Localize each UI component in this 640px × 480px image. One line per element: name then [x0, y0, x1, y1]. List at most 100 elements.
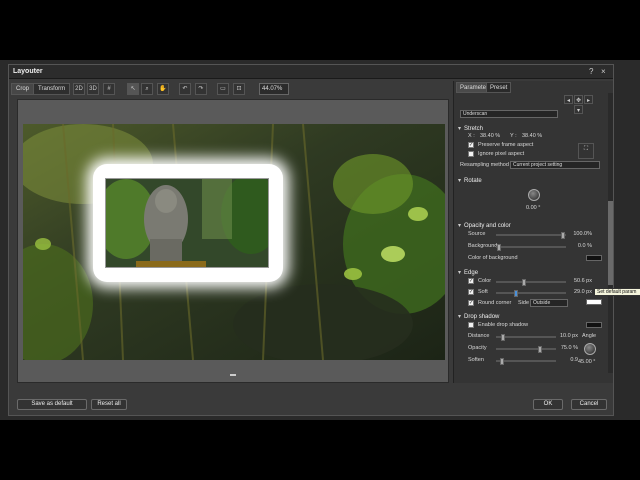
statue-image — [106, 179, 268, 267]
distance-slider[interactable] — [496, 334, 556, 341]
stretch-header[interactable]: ▾ Stretch — [458, 125, 483, 132]
side-select[interactable]: Outside — [530, 299, 568, 307]
background-value[interactable]: 0.0 % — [570, 243, 592, 249]
edge-header[interactable]: ▾ Edge — [458, 269, 478, 276]
background-slider[interactable] — [496, 244, 566, 251]
collapse-icon: ▾ — [458, 178, 462, 184]
rotate-dial[interactable] — [528, 189, 540, 201]
help-button[interactable]: ? — [589, 67, 593, 76]
collapse-icon: ▾ — [458, 223, 462, 229]
background-color-swatch[interactable] — [586, 255, 602, 261]
close-button[interactable]: × — [601, 67, 606, 76]
edge-soft-value[interactable]: 29.0 px — [570, 289, 592, 295]
frame-icon[interactable]: ▭ — [217, 83, 229, 95]
zoom-icon[interactable]: ⌕ — [141, 83, 153, 95]
edge-soft-slider[interactable] — [496, 290, 566, 297]
panel-scrollbar-thumb[interactable] — [608, 201, 613, 285]
fit-frame-icon[interactable]: ⛶ — [578, 143, 594, 159]
shadow-opacity-label: Opacity — [468, 345, 487, 351]
ok-button[interactable]: OK — [533, 399, 563, 410]
edge-color-slider[interactable] — [496, 279, 566, 286]
grid-icon[interactable]: # — [103, 83, 115, 95]
tab-transform[interactable]: Transform — [33, 83, 71, 95]
ignore-pixel-label: Ignore pixel aspect — [478, 151, 525, 157]
window-title: Layouter — [13, 68, 43, 75]
side-label: Side — [518, 300, 530, 306]
shadow-opacity-slider-knob[interactable] — [538, 346, 542, 353]
reset-all-button[interactable]: Reset all — [91, 399, 127, 410]
distance-label: Distance — [468, 333, 490, 339]
preserve-frame-label: Preserve frame aspect — [478, 142, 534, 148]
soften-slider-knob[interactable] — [500, 358, 504, 365]
angle-label: Angle — [582, 333, 597, 339]
enable-drop-shadow-checkbox[interactable] — [468, 322, 474, 328]
angle-value[interactable]: 45.00 ° — [578, 359, 596, 365]
distance-value[interactable]: 10.0 px — [556, 333, 578, 339]
layouter-dialog: Layouter ? × Crop Transform 2D 3D # ↖ ⌕ … — [8, 64, 614, 416]
round-corner-label: Round corner — [478, 300, 512, 306]
collapse-icon: ▾ — [458, 314, 462, 320]
edge-color-value[interactable]: 50.6 px — [570, 278, 592, 284]
layer-edge-frame[interactable] — [93, 164, 283, 282]
hand-icon[interactable]: ✋ — [157, 83, 169, 95]
canvas-area[interactable] — [17, 99, 449, 383]
background-slider-knob[interactable] — [497, 244, 501, 251]
angle-dial[interactable] — [584, 343, 596, 355]
save-as-default-button[interactable]: Save as default — [17, 399, 87, 410]
round-corner-checkbox[interactable]: ✓ — [468, 300, 474, 306]
background-label: Background — [468, 243, 498, 249]
drop-shadow-header[interactable]: ▾ Drop shadow — [458, 313, 499, 320]
source-slider[interactable] — [496, 232, 566, 239]
shadow-opacity-slider[interactable] — [496, 346, 556, 353]
rotate-value: 0.00 ° — [526, 205, 541, 211]
background-jungle-image — [23, 124, 445, 360]
mode-3d-button[interactable]: 3D — [87, 83, 99, 95]
edge-soft-checkbox[interactable]: ✓ — [468, 289, 474, 295]
distance-slider-knob[interactable] — [501, 334, 505, 341]
title-bar: Layouter ? × — [9, 65, 613, 79]
fit-icon[interactable]: ⊡ — [233, 83, 245, 95]
tab-preset[interactable]: Preset — [486, 82, 512, 93]
resampling-select[interactable]: Current project setting — [510, 161, 600, 169]
arrow-left-icon[interactable]: ◂ — [564, 95, 573, 104]
tab-crop[interactable]: Crop — [11, 83, 35, 95]
soften-value[interactable]: 0.9 — [556, 357, 578, 363]
redo-icon[interactable]: ↷ — [195, 83, 207, 95]
edge-color-slider-knob[interactable] — [522, 279, 526, 286]
zoom-level-select[interactable]: 44.07% — [259, 83, 289, 95]
preserve-frame-checkbox[interactable]: ✓ — [468, 142, 474, 148]
opacity-header[interactable]: ▾ Opacity and color — [458, 222, 511, 229]
cancel-button[interactable]: Cancel — [571, 399, 607, 410]
arrow-down-icon[interactable]: ▾ — [574, 105, 583, 114]
panel-scrollbar[interactable] — [608, 93, 613, 373]
statue-inset-image[interactable] — [105, 178, 269, 268]
rotate-header[interactable]: ▾ Rotate — [458, 177, 482, 184]
edge-color-label: Color — [478, 278, 492, 284]
source-value[interactable]: 100.0% — [570, 231, 592, 237]
undo-icon[interactable]: ↶ — [179, 83, 191, 95]
stretch-x-value[interactable]: 38.40 % — [480, 133, 500, 139]
edge-color-swatch[interactable] — [586, 299, 602, 305]
shadow-color-swatch[interactable] — [586, 322, 602, 328]
ignore-pixel-checkbox[interactable] — [468, 151, 474, 157]
edge-color-checkbox[interactable]: ✓ — [468, 278, 474, 284]
move-center-icon[interactable]: ✥ — [574, 95, 583, 104]
edge-soft-slider-knob[interactable] — [514, 290, 518, 297]
stretch-y-value[interactable]: 38.40 % — [522, 133, 542, 139]
source-slider-knob[interactable] — [561, 232, 565, 239]
source-label: Source — [468, 231, 486, 237]
panel-tabs: Parameter Preset — [454, 81, 614, 93]
edge-soft-label: Soft — [478, 289, 488, 295]
position-pad[interactable]: ◂ ✥ ▸ ▾ — [564, 95, 604, 115]
arrow-right-icon[interactable]: ▸ — [584, 95, 593, 104]
mode-2d-button[interactable]: 2D — [73, 83, 85, 95]
soften-slider[interactable] — [496, 358, 556, 365]
arrow-icon[interactable]: ↖ — [127, 83, 139, 95]
stretch-x-label: X : — [468, 133, 475, 139]
shadow-opacity-value[interactable]: 75.0 % — [556, 345, 578, 351]
scan-select[interactable]: Underscan — [460, 110, 558, 118]
canvas-scroll-handle[interactable] — [230, 374, 236, 376]
parameter-panel: Parameter Preset ◂ ✥ ▸ ▾ Underscan ▾ Stre… — [453, 81, 613, 383]
collapse-icon: ▾ — [458, 126, 462, 132]
stretch-y-label: Y : — [510, 133, 517, 139]
